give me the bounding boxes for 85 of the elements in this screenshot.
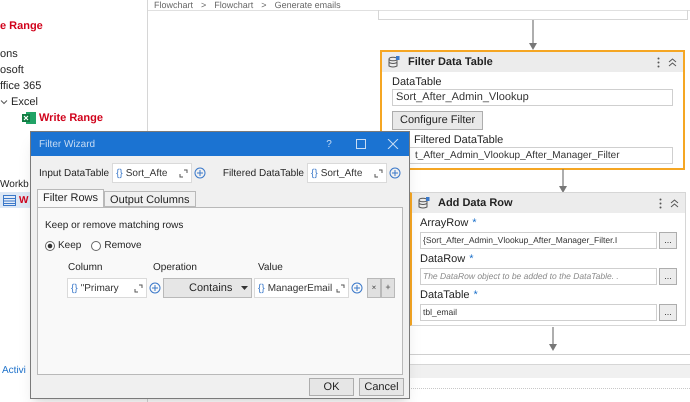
- chevron-down-icon[interactable]: [0, 98, 8, 106]
- sidebar-item[interactable]: osoft: [0, 62, 24, 78]
- breadcrumb-item[interactable]: Flowchart: [154, 0, 194, 10]
- remove-row-button[interactable]: ×: [367, 278, 381, 298]
- sidebar-item[interactable]: ffice 365: [0, 78, 42, 94]
- breadcrumb-separator: >: [261, 0, 267, 10]
- connector-arrow: [548, 327, 558, 351]
- input-field[interactable]: tbl_email: [420, 304, 657, 321]
- sidebar-item[interactable]: Excel: [11, 94, 38, 110]
- expression-field[interactable]: {} Sort_Afte: [307, 163, 387, 183]
- dropdown-caret-icon: [241, 286, 248, 290]
- sidebar-item[interactable]: Write Range: [39, 110, 103, 126]
- sidebar-item[interactable]: W: [19, 192, 28, 208]
- radio-label[interactable]: Keep: [58, 238, 82, 253]
- radio-button[interactable]: [45, 240, 55, 250]
- field-value: Sort_Afte: [320, 166, 364, 180]
- database-icon: [418, 197, 430, 209]
- browse-button[interactable]: ...: [659, 232, 677, 249]
- field-value: "Primary: [80, 282, 120, 296]
- braces-icon: {}: [308, 166, 321, 180]
- field-label: ArrayRow: [420, 216, 468, 232]
- braces-icon: {}: [68, 280, 81, 296]
- add-circle-icon[interactable]: [149, 282, 161, 294]
- database-icon: [388, 56, 400, 68]
- expand-icon[interactable]: [336, 284, 345, 292]
- table-icon: [3, 194, 16, 206]
- radio-button[interactable]: [91, 240, 102, 250]
- breadcrumb-item[interactable]: Generate emails: [274, 0, 341, 10]
- dialog-button[interactable]: Cancel: [359, 378, 404, 396]
- activity-card[interactable]: Add Data Row ArrayRow * {Sort_After_Admin_Vlookup_After_Manager_Filter.I ... DataRow * The DataRow object to be added to the DataTable. . ... DataTable * tbl_email ...: [410, 192, 686, 326]
- field-label: Input DataTable: [39, 166, 110, 180]
- expression-field[interactable]: {} "Primary: [67, 278, 147, 298]
- add-circle-icon[interactable]: [351, 282, 363, 294]
- spreadsheet-icon: [22, 112, 36, 124]
- field-value: ManagerEmail: [268, 282, 334, 296]
- dialog-button[interactable]: OK: [309, 378, 354, 396]
- add-row-button[interactable]: +: [381, 278, 395, 298]
- sidebar-item[interactable]: ons: [0, 46, 18, 62]
- configure-filter-button[interactable]: Configure Filter: [392, 111, 484, 130]
- sidebar-item[interactable]: e Range: [0, 18, 43, 34]
- tab[interactable]: Output Columns: [104, 191, 196, 207]
- browse-button[interactable]: ...: [659, 268, 677, 285]
- field-label: Filtered DataTable: [413, 133, 504, 147]
- expression-field[interactable]: {} ManagerEmail: [254, 278, 349, 298]
- column-header: Value: [258, 261, 283, 275]
- collapse-icon[interactable]: [670, 198, 679, 208]
- field-label: DataTable: [420, 288, 470, 304]
- braces-icon: {}: [255, 280, 268, 296]
- required-mark: *: [472, 216, 477, 232]
- radio-label[interactable]: Remove: [104, 238, 142, 253]
- connector-arrow: [528, 20, 538, 50]
- window-title: Filter Wizard: [39, 138, 96, 152]
- column-header: Operation: [153, 261, 198, 275]
- expand-icon[interactable]: [374, 168, 383, 178]
- connector-arrow: [558, 169, 568, 193]
- operation-dropdown[interactable]: Contains: [163, 278, 252, 298]
- expand-icon[interactable]: [179, 168, 188, 178]
- instruction-text: Keep or remove matching rows: [45, 219, 184, 233]
- breadcrumb-item[interactable]: Flowchart: [214, 0, 254, 10]
- card-title: Add Data Row: [438, 196, 514, 211]
- required-mark: *: [474, 288, 478, 304]
- collapse-icon[interactable]: [668, 58, 677, 66]
- braces-icon: {}: [113, 166, 126, 180]
- field-value: Sort_Afte: [126, 166, 168, 180]
- required-mark: *: [469, 252, 474, 268]
- expression-field[interactable]: {} Sort_Afte: [112, 163, 192, 183]
- breadcrumb-separator: >: [201, 0, 206, 10]
- more-options-icon[interactable]: [659, 198, 662, 208]
- input-field[interactable]: The DataRow object to be added to the DataTable. .: [420, 268, 657, 285]
- browse-button[interactable]: ...: [659, 304, 677, 321]
- expand-icon[interactable]: [134, 284, 143, 292]
- activity-card[interactable]: Filter Data Table DataTable Sort_After_Admin_Vlookup Configure Filter Filtered DataTable t_After_Admin_Vlookup_After_Manager_Filter: [380, 50, 685, 170]
- card-title: Filter Data Table: [408, 54, 494, 70]
- column-header: Column: [68, 261, 104, 275]
- activities-tab[interactable]: Activi: [2, 362, 26, 378]
- sidebar-item[interactable]: Workb: [0, 176, 29, 192]
- field-label: DataTable: [392, 75, 443, 89]
- field-label: DataRow: [420, 252, 466, 268]
- input-field[interactable]: {Sort_After_Admin_Vlookup_After_Manager_Filter.I: [420, 232, 657, 249]
- add-circle-icon[interactable]: [389, 167, 401, 179]
- tab[interactable]: Filter Rows: [37, 189, 104, 207]
- input-field[interactable]: Sort_After_Admin_Vlookup: [392, 89, 673, 106]
- field-label: Filtered DataTable: [222, 166, 304, 180]
- more-options-icon[interactable]: [657, 56, 660, 68]
- add-circle-icon[interactable]: [194, 167, 206, 179]
